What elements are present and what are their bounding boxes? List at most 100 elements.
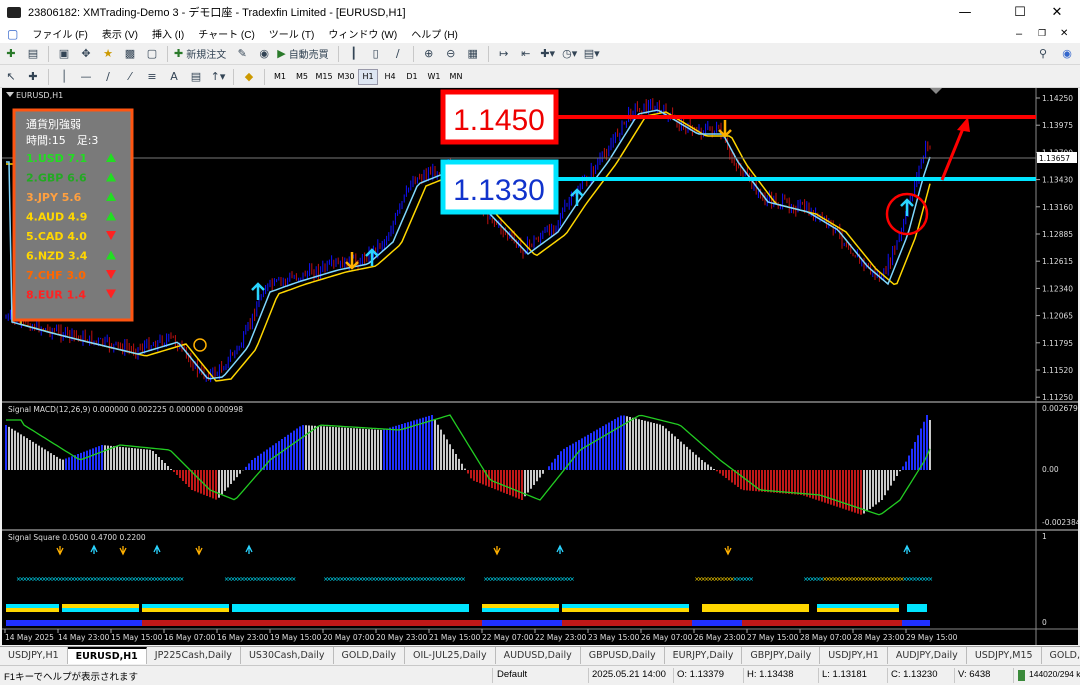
price-chart[interactable]: EURUSD,H1 ××××××××××××××××××××××××××××××… (2, 88, 1078, 645)
timeframe-w1[interactable]: W1 (424, 69, 444, 85)
chart-menu-triangle-icon[interactable] (6, 92, 14, 97)
strength-row: 3.JPY 5.6 (26, 191, 82, 204)
new-order-button[interactable]: ✚ 新規注文 (174, 45, 229, 63)
chart-tab[interactable]: AUDJPY,Daily (888, 647, 967, 664)
level-high-label: 1.1450 (453, 104, 545, 137)
close-button[interactable]: ✕ (1034, 0, 1080, 24)
child-minimize-button[interactable]: – (1016, 28, 1022, 40)
indicators-icon[interactable]: ✚▾ (539, 45, 557, 63)
zoom-out-icon[interactable]: ⊖ (442, 45, 460, 63)
timeframe-h1[interactable]: H1 (358, 68, 378, 85)
timeframe-m5[interactable]: M5 (292, 69, 312, 85)
trendline-icon[interactable]: ∕ (99, 68, 117, 86)
periods-icon[interactable]: ◷▾ (561, 45, 579, 63)
chart-tab[interactable]: AUDUSD,Daily (496, 647, 581, 664)
price-tick-label: 1.13975 (1042, 121, 1073, 130)
navigator-icon[interactable]: ★ (99, 45, 117, 63)
market-watch-icon[interactable]: ▣ (55, 45, 73, 63)
new-chart-icon[interactable]: ✚ (2, 45, 20, 63)
chart-shift-marker-icon[interactable] (930, 88, 942, 94)
status-divider (954, 668, 955, 683)
menu-chart[interactable]: チャート (C) (191, 26, 262, 41)
price-tick-label: 1.13430 (1042, 176, 1073, 185)
menu-insert[interactable]: 挿入 (I) (145, 26, 191, 41)
price-tick-label: 1.12615 (1042, 257, 1073, 266)
timeframe-m30[interactable]: M30 (336, 69, 356, 85)
price-tick-label: 1.11250 (1042, 393, 1073, 402)
tester-icon[interactable]: ▢ (143, 45, 161, 63)
timeframe-d1[interactable]: D1 (402, 69, 422, 85)
square-up-arrow-icon (90, 544, 98, 554)
timeframe-h4[interactable]: H4 (380, 69, 400, 85)
signals-icon[interactable]: ◉ (255, 45, 273, 63)
symbol-label: EURUSD,H1 (16, 91, 63, 100)
chart-tab[interactable]: GOLD,Daily (334, 647, 406, 664)
menu-tools[interactable]: ツール (T) (262, 26, 322, 41)
macd-histogram-layer (5, 414, 931, 516)
price-tick-label: 1.11520 (1042, 366, 1073, 375)
zoom-in-icon[interactable]: ⊕ (420, 45, 438, 63)
chart-tab[interactable]: OIL-JUL25,Daily (405, 647, 496, 664)
chart-window[interactable]: EURUSD,H1 × × × × × × × × × × × × × × × × × × × × × × × × × × × × × ×… (2, 88, 1078, 645)
crosshair-icon[interactable]: ✚ (24, 68, 42, 86)
square-base-bar (142, 620, 482, 626)
chart-tab[interactable]: JP225Cash,Daily (147, 647, 241, 664)
data-window-icon[interactable]: ✥ (77, 45, 95, 63)
autoscroll-icon[interactable]: ↦ (495, 45, 513, 63)
strength-row: 8.EUR 1.4 (26, 289, 86, 302)
macd-tick-top: 0.002679 (1042, 404, 1078, 413)
auto-trading-button[interactable]: ▶ 自動売買 (277, 45, 331, 63)
timeframe-m15[interactable]: M15 (314, 69, 334, 85)
square-dot: × (179, 576, 184, 583)
chart-tab[interactable]: GBPJPY,Daily (742, 647, 821, 664)
child-restore-button[interactable]: ❐ (1038, 28, 1046, 39)
chart-tab[interactable]: USDJPY,H1 (820, 647, 888, 664)
strength-row: 6.NZD 3.4 (26, 250, 88, 263)
metaeditor-icon[interactable]: ✎ (233, 45, 251, 63)
menu-view[interactable]: 表示 (V) (95, 26, 145, 41)
time-tick-label: 16 May 07:00 (164, 633, 216, 642)
menu-help[interactable]: ヘルプ (H) (404, 26, 465, 41)
square-down-arrow-icon (195, 546, 203, 556)
fibonacci-icon[interactable]: ≡ (143, 68, 161, 86)
price-tick-label: 1.12885 (1042, 230, 1073, 239)
strength-row: 1.USD 7.1 (26, 152, 87, 165)
chart-tab[interactable]: US30Cash,Daily (241, 647, 334, 664)
templates-icon[interactable]: ▤▾ (583, 45, 601, 63)
menu-file[interactable]: ファイル (F) (25, 26, 95, 41)
chart-tab[interactable]: GBPUSD,Daily (581, 647, 665, 664)
terminal-icon[interactable]: ▩ (121, 45, 139, 63)
time-tick-label: 21 May 15:00 (429, 633, 481, 642)
status-divider (1013, 668, 1014, 683)
channel-icon[interactable]: ⁄ (121, 68, 139, 86)
cursor-icon[interactable]: ↖ (2, 68, 20, 86)
menu-window[interactable]: ウィンドウ (W) (321, 26, 404, 41)
horizontal-line-icon[interactable]: — (77, 68, 95, 86)
square-bar (562, 604, 689, 608)
chart-tab[interactable]: EURUSD,H1 (67, 647, 147, 664)
color-icon[interactable]: ◆ (240, 68, 258, 86)
search-icon[interactable]: ⚲ (1034, 45, 1052, 63)
profiles-icon[interactable]: ▤ (24, 45, 42, 63)
chart-shift-icon[interactable]: ⇤ (517, 45, 535, 63)
chat-icon[interactable]: ◉ (1058, 45, 1076, 63)
label-icon[interactable]: ▤ (187, 68, 205, 86)
minimize-button[interactable]: — (942, 0, 988, 24)
text-icon[interactable]: A (165, 68, 183, 86)
chart-window-icon[interactable]: ▢ (0, 27, 25, 41)
chart-tab[interactable]: GOLD,H1 (1042, 647, 1080, 664)
chart-tab[interactable]: USDJPY,H1 (0, 647, 68, 664)
timeframe-mn[interactable]: MN (446, 69, 466, 85)
arrows-icon[interactable]: ↑▾ (209, 68, 227, 86)
vertical-line-icon[interactable]: │ (55, 68, 73, 86)
child-close-button[interactable]: ✕ (1060, 28, 1068, 39)
tile-windows-icon[interactable]: ▦ (464, 45, 482, 63)
square-bar (702, 604, 809, 608)
toolbar-divider (48, 68, 49, 85)
chart-tab[interactable]: EURJPY,Daily (665, 647, 743, 664)
bar-chart-icon[interactable]: ┃ (345, 45, 363, 63)
candlestick-icon[interactable]: ▯ (367, 45, 385, 63)
line-chart-icon[interactable]: ∕ (389, 45, 407, 63)
timeframe-m1[interactable]: M1 (270, 69, 290, 85)
chart-tab[interactable]: USDJPY,M15 (967, 647, 1042, 664)
